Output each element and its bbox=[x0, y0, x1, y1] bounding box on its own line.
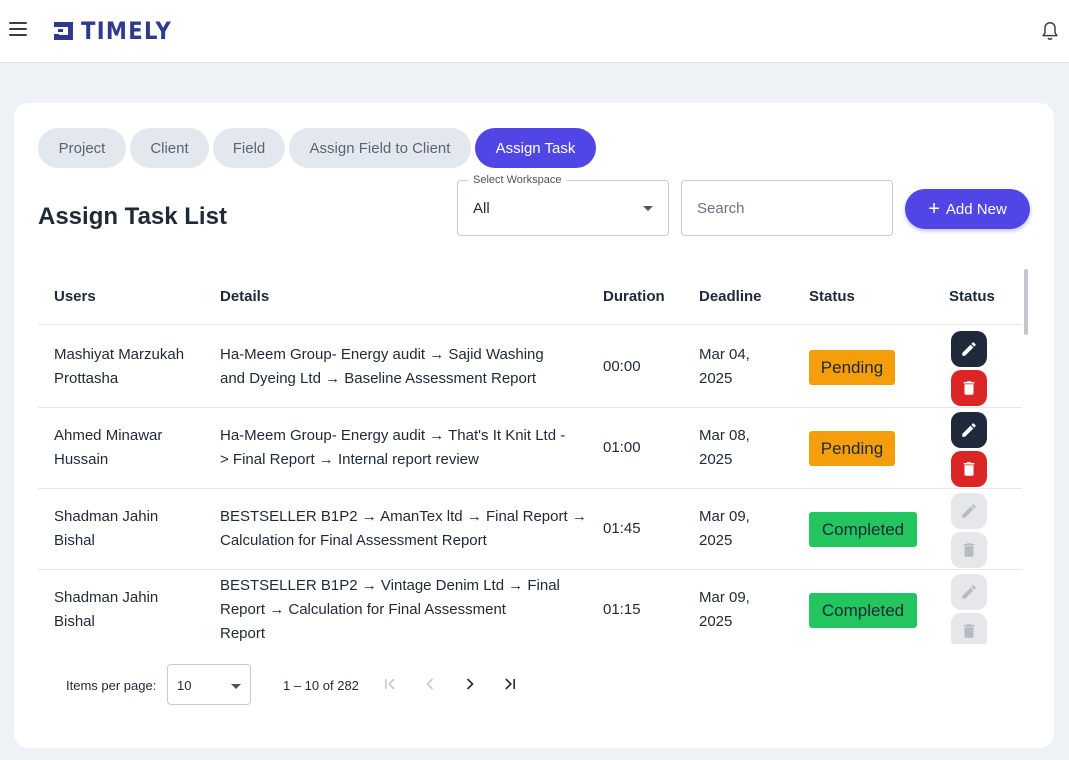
user-name: Mashiyat Marzukah Prottasha bbox=[54, 346, 185, 387]
workspace-select-label: Select Workspace bbox=[468, 174, 567, 186]
add-new-button-label: Add New bbox=[945, 200, 1007, 218]
trash-icon bbox=[963, 543, 975, 557]
task-deadline: Mar 09, 2025 bbox=[699, 589, 750, 630]
table-row: Shadman Jahin Bishal BESTSELLER B1P2 → Am… bbox=[38, 489, 1022, 570]
plus-icon: + bbox=[928, 198, 940, 220]
edit-button[interactable] bbox=[951, 412, 987, 448]
pencil-icon bbox=[962, 504, 976, 518]
delete-button[interactable] bbox=[951, 532, 987, 568]
menu-icon[interactable] bbox=[9, 22, 27, 40]
chevron-down-icon bbox=[231, 684, 241, 689]
next-page-icon[interactable] bbox=[460, 674, 480, 694]
column-header-status: Status bbox=[809, 288, 855, 305]
column-header-duration: Duration bbox=[603, 288, 665, 305]
items-per-page-label: Items per page: bbox=[66, 678, 157, 693]
task-duration: 01:00 bbox=[603, 439, 641, 456]
last-page-icon[interactable] bbox=[500, 674, 520, 694]
items-per-page-value: 10 bbox=[177, 678, 192, 693]
edit-button[interactable] bbox=[951, 493, 987, 529]
first-page-icon[interactable] bbox=[380, 674, 400, 694]
column-header-actions: Status bbox=[949, 288, 995, 305]
page-title: Assign Task List bbox=[38, 203, 227, 230]
delete-button[interactable] bbox=[951, 370, 987, 406]
task-table: Users Details Duration Deadline Status S… bbox=[38, 269, 1022, 644]
workspace-select[interactable]: Select Workspace All bbox=[457, 174, 669, 236]
table-scrollbar[interactable] bbox=[1024, 269, 1028, 335]
table-row: Ahmed Minawar Hussain Ha-Meem Group- Ener… bbox=[38, 408, 1022, 489]
task-details: BESTSELLER B1P2 → AmanTex ltd → Final Re… bbox=[220, 508, 587, 549]
tab-assign-task[interactable]: Assign Task bbox=[475, 128, 596, 168]
task-duration: 00:00 bbox=[603, 358, 641, 375]
status-badge: Completed bbox=[809, 512, 917, 547]
status-badge: Completed bbox=[809, 593, 917, 628]
tab-field[interactable]: Field bbox=[213, 128, 285, 168]
trash-icon bbox=[963, 624, 975, 638]
column-header-users: Users bbox=[54, 288, 96, 305]
pencil-icon bbox=[962, 585, 976, 599]
status-badge: Pending bbox=[809, 431, 895, 466]
search-input[interactable] bbox=[681, 180, 893, 236]
top-bar: TIMELY bbox=[0, 0, 1069, 63]
logo-text: TIMELY bbox=[81, 17, 173, 45]
task-duration: 01:15 bbox=[603, 601, 641, 618]
task-deadline: Mar 04, 2025 bbox=[699, 346, 750, 387]
app-logo[interactable]: TIMELY bbox=[52, 17, 185, 45]
pencil-icon bbox=[962, 342, 976, 356]
tab-project[interactable]: Project bbox=[38, 128, 126, 168]
user-name: Shadman Jahin Bishal bbox=[54, 589, 159, 630]
prev-page-icon[interactable] bbox=[420, 674, 440, 694]
tab-assign-field-to-client[interactable]: Assign Field to Client bbox=[289, 128, 471, 168]
task-details: Ha-Meem Group- Energy audit → Sajid Wash… bbox=[220, 346, 544, 387]
trash-icon bbox=[963, 381, 975, 395]
workspace-select-value: All bbox=[473, 200, 490, 217]
edit-button[interactable] bbox=[951, 331, 987, 367]
table-row: Mashiyat Marzukah Prottasha Ha-Meem Group… bbox=[38, 327, 1022, 408]
task-deadline: Mar 09, 2025 bbox=[699, 508, 750, 549]
delete-button[interactable] bbox=[951, 451, 987, 487]
task-details: BESTSELLER B1P2 → Vintage Denim Ltd → Fi… bbox=[220, 577, 560, 642]
tab-client[interactable]: Client bbox=[130, 128, 209, 168]
task-details: Ha-Meem Group- Energy audit → That's It … bbox=[220, 427, 566, 468]
main-card: Project Client Field Assign Field to Cli… bbox=[14, 103, 1054, 748]
status-badge: Pending bbox=[809, 350, 895, 385]
task-deadline: Mar 08, 2025 bbox=[699, 427, 750, 468]
delete-button[interactable] bbox=[951, 613, 987, 644]
bell-icon[interactable] bbox=[1039, 20, 1061, 42]
column-header-deadline: Deadline bbox=[699, 288, 762, 305]
table-row: Shadman Jahin Bishal BESTSELLER B1P2 → Vi… bbox=[38, 570, 1022, 644]
pencil-icon bbox=[962, 423, 976, 437]
trash-icon bbox=[963, 462, 975, 476]
edit-button[interactable] bbox=[951, 574, 987, 610]
user-name: Ahmed Minawar Hussain bbox=[54, 427, 163, 468]
table-header: Users Details Duration Deadline Status S… bbox=[38, 269, 1022, 325]
chevron-down-icon bbox=[643, 206, 653, 211]
add-new-button[interactable]: + Add New bbox=[905, 189, 1030, 229]
column-header-details: Details bbox=[220, 288, 270, 305]
items-per-page-select[interactable]: 10 bbox=[167, 664, 251, 705]
logo-icon bbox=[54, 22, 73, 40]
task-duration: 01:45 bbox=[603, 520, 641, 537]
pagination-range: 1 – 10 of 282 bbox=[283, 678, 359, 693]
user-name: Shadman Jahin Bishal bbox=[54, 508, 159, 549]
